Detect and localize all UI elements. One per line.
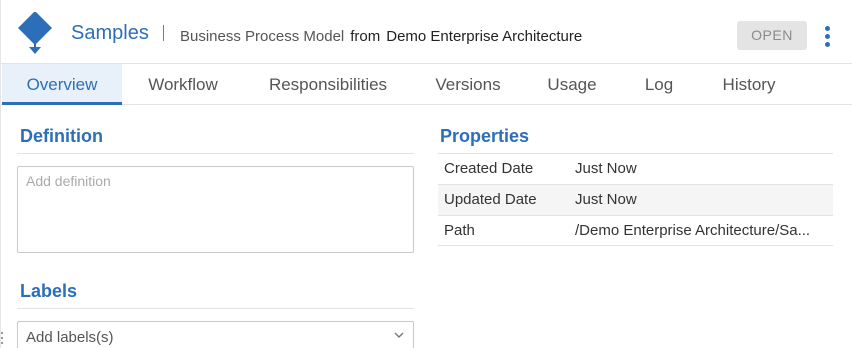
properties-heading: Properties [440, 126, 530, 146]
source-link[interactable]: Demo Enterprise Architecture [386, 28, 582, 45]
title-separator [163, 25, 164, 41]
tab-responsibilities[interactable]: Responsibilities [253, 64, 403, 105]
property-value: Just Now [575, 191, 637, 208]
tab-log[interactable]: Log [629, 64, 689, 105]
kebab-menu-icon[interactable] [821, 26, 833, 48]
open-button[interactable]: OPEN [737, 21, 807, 50]
property-row-path: Path /Demo Enterprise Architecture/Sa... [438, 215, 833, 246]
definition-input[interactable]: Add definition [17, 166, 414, 253]
labels-placeholder: Add labels(s) [26, 329, 114, 346]
property-row-created: Created Date Just Now [438, 153, 833, 184]
page-title: Samples [71, 22, 149, 44]
property-key: Path [444, 222, 475, 239]
model-subtitle: Business Process Model from Demo Enterpris… [180, 28, 582, 45]
labels-select[interactable]: Add labels(s) [17, 321, 414, 348]
property-key: Updated Date [444, 191, 537, 208]
chevron-down-icon[interactable] [394, 330, 404, 340]
definition-heading: Definition [20, 126, 103, 146]
labels-heading: Labels [20, 281, 78, 301]
tab-overview[interactable]: Overview [2, 64, 122, 105]
tab-versions[interactable]: Versions [421, 64, 515, 105]
tab-history[interactable]: History [707, 64, 791, 105]
tab-usage[interactable]: Usage [533, 64, 611, 105]
property-value: Just Now [575, 160, 637, 177]
tab-bar: Overview Workflow Responsibilities Versi… [1, 64, 852, 105]
process-diagram-icon [18, 12, 52, 54]
model-type: Business Process Model [180, 28, 345, 45]
resize-grip[interactable] [1, 330, 4, 348]
property-key: Created Date [444, 160, 534, 177]
header: Samples Business Process Model from Demo E… [1, 0, 852, 64]
page: Samples Business Process Model from Demo E… [0, 0, 852, 348]
tab-workflow[interactable]: Workflow [131, 64, 235, 105]
property-value: /Demo Enterprise Architecture/Sa... [575, 222, 811, 239]
labels-divider [17, 308, 414, 309]
definition-divider [17, 153, 414, 154]
from-label: from [350, 28, 381, 45]
property-row-updated: Updated Date Just Now [438, 184, 833, 215]
